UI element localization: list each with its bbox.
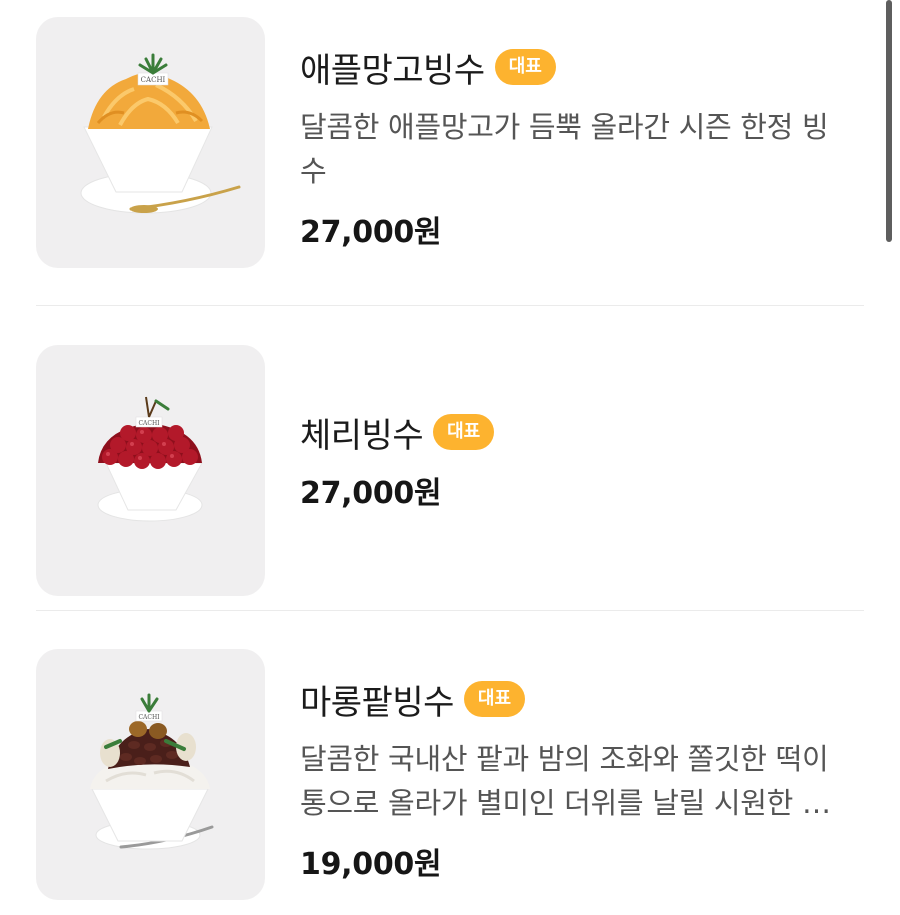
signature-badge: 대표 [494, 49, 556, 85]
item-price: 27,000원 [300, 215, 442, 250]
svg-text:CACHI: CACHI [138, 420, 160, 427]
item-description: 달콤한 애플망고가 듬뿍 올라간 시즌 한정 빙수 [300, 110, 829, 188]
item-description: 달콤한 국내산 팥과 밤의 조화와 쫄깃한 떡이 통으로 올라가 별미인 더위를… [300, 742, 829, 820]
menu-item-info: 체리빙수 대표 27,000원 [300, 345, 860, 512]
item-name: 애플망고빙수 [300, 50, 485, 91]
signature-badge: 대표 [433, 414, 495, 450]
title-row: 마롱팥빙수 대표 [300, 677, 860, 723]
item-price: 19,000원 [300, 847, 442, 882]
marron-bingsu-illustration: CACHI [90, 693, 214, 850]
menu-item-info: 마롱팥빙수 대표 달콤한 국내산 팥과 밤의 조화와 쫄깃한 떡이 통으로 올라… [300, 649, 860, 883]
title-row: 체리빙수 대표 [300, 410, 860, 456]
cherry-bingsu-illustration: CACHI [97, 396, 203, 522]
cherry-bingsu-image: CACHI [36, 345, 265, 596]
divider [36, 305, 864, 306]
title-row: 애플망고빙수 대표 [300, 45, 860, 91]
signature-badge: 대표 [463, 681, 526, 717]
divider [36, 610, 864, 611]
item-name: 마롱팥빙수 [300, 682, 454, 723]
item-name: 체리빙수 [300, 415, 424, 456]
svg-text:CACHI: CACHI [138, 714, 160, 721]
menu-list: CACHI 애플망고빙수 대표 달콤한 애플망고가 듬뿍 올라간 시즌 한정 빙… [0, 0, 900, 915]
item-price: 27,000원 [300, 476, 442, 511]
marron-red-bean-bingsu-image: CACHI [36, 649, 265, 900]
svg-text:CACHI: CACHI [141, 76, 166, 84]
mango-bingsu-illustration: CACHI [80, 53, 241, 214]
mango-bingsu-image: CACHI [36, 17, 265, 268]
scrollbar[interactable] [886, 0, 892, 242]
menu-item-info: 애플망고빙수 대표 달콤한 애플망고가 듬뿍 올라간 시즌 한정 빙수 27,0… [300, 17, 860, 251]
